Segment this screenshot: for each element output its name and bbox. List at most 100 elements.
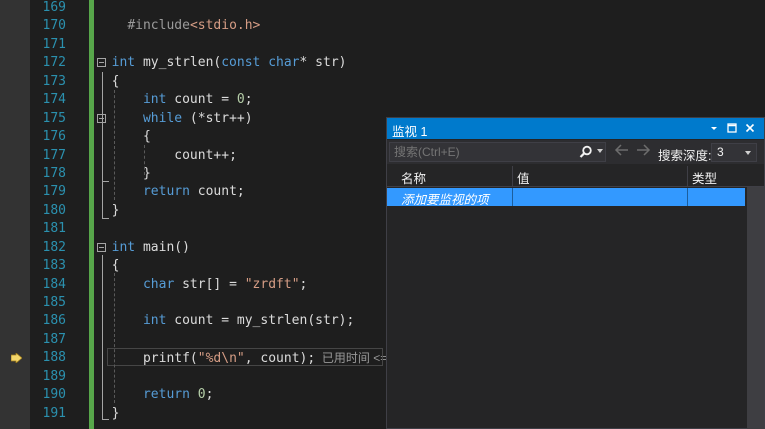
line-number: 185	[42, 295, 66, 310]
line-number: 179	[42, 184, 66, 200]
current-statement-arrow-icon	[11, 353, 22, 363]
watch-title: 监视 1	[392, 125, 428, 139]
fold-bracket	[102, 255, 109, 420]
indent-guide	[114, 273, 115, 403]
keyword: return	[142, 184, 190, 200]
line-number: 188	[42, 350, 66, 366]
keyword: int	[142, 92, 167, 108]
search-depth-label: 搜索深度:	[658, 149, 712, 163]
function-signature: my_strlen(	[135, 55, 222, 71]
code-text: ;	[244, 92, 253, 108]
search-icon[interactable]	[579, 145, 593, 164]
arrow-right-icon[interactable]	[635, 143, 651, 161]
column-value-header[interactable]: 值	[517, 168, 530, 187]
keyword: int	[142, 313, 167, 329]
number-literal: 0	[197, 387, 206, 403]
params: * str)	[299, 55, 347, 71]
preprocessor-directive: #include	[127, 18, 190, 34]
line-number: 187	[42, 331, 66, 347]
line-number: 176	[42, 129, 66, 145]
fold-collapse-icon[interactable]	[97, 242, 106, 252]
brace: {	[111, 73, 120, 89]
chevron-down-icon[interactable]	[597, 149, 603, 153]
keyword: int	[111, 55, 136, 71]
add-watch-item-prompt[interactable]: 添加要监视的项	[401, 189, 489, 208]
line-number: 191	[42, 405, 66, 421]
column-type-header[interactable]: 类型	[692, 168, 717, 187]
fold-collapse-icon[interactable]	[97, 58, 106, 68]
code-editor[interactable]: 169 170 171 172 173 174 175 176 177 178 179 180 181 1…	[0, 0, 765, 429]
line-number: 190	[42, 387, 66, 403]
search-depth-select[interactable]: 3	[711, 143, 757, 162]
vertical-scrollbar[interactable]	[747, 187, 764, 429]
watch-add-item-row[interactable]: 添加要监视的项	[387, 188, 745, 208]
maximize-icon[interactable]	[725, 121, 739, 135]
chevron-down-icon	[745, 151, 751, 155]
line-number: 184	[42, 276, 66, 292]
code-line-173[interactable]: {	[96, 73, 765, 91]
code-text: ;	[299, 276, 308, 292]
line-number: 178	[42, 165, 66, 181]
string-literal: "zrdft"	[244, 276, 300, 292]
arrow-left-icon[interactable]	[614, 143, 630, 161]
current-line-highlight	[107, 348, 383, 367]
line-number: 169	[42, 0, 66, 15]
code-text: ;	[205, 387, 214, 403]
watch-search-bar: 搜索深度: 3	[387, 140, 764, 164]
watch-window[interactable]: 监视 1 搜索深度: 3	[386, 117, 765, 429]
brace: {	[111, 258, 120, 274]
code-line-171[interactable]	[96, 36, 765, 54]
line-number-gutter: 169 170 171 172 173 174 175 176 177 178 179 180 181 1…	[30, 0, 90, 423]
cell-separator	[687, 188, 688, 206]
search-input[interactable]	[389, 142, 606, 162]
include-header: <stdio.h>	[189, 18, 261, 34]
brace: }	[111, 202, 120, 218]
brace: {	[142, 129, 151, 145]
fold-bracket	[102, 126, 109, 182]
keyword: while	[142, 110, 183, 126]
number-literal: 0	[236, 92, 245, 108]
line-number: 170	[42, 18, 66, 34]
code-text: str[] =	[174, 276, 245, 292]
code-line-172[interactable]: int my_strlen(const char* str)	[96, 54, 765, 72]
close-icon[interactable]	[743, 121, 757, 135]
column-separator[interactable]	[687, 166, 688, 186]
line-number: 175	[42, 110, 66, 126]
code-line-174[interactable]: int count = 0;	[96, 91, 765, 109]
watch-title-bar[interactable]: 监视 1	[387, 118, 764, 139]
code-text: main()	[135, 239, 190, 255]
keyword: char	[142, 276, 175, 292]
line-number: 173	[42, 73, 66, 89]
brace: }	[111, 405, 120, 421]
keyword: const	[221, 55, 261, 71]
code-text: count = my_strlen(str);	[166, 313, 355, 329]
line-number: 189	[42, 368, 66, 384]
indent-guide	[144, 145, 145, 175]
cell-separator	[512, 188, 513, 206]
indent-guide	[114, 90, 115, 200]
code-text: (*str++)	[182, 110, 253, 126]
search-depth-value: 3	[717, 145, 724, 159]
chevron-down-icon[interactable]	[707, 121, 721, 135]
indicator-margin[interactable]	[0, 0, 30, 429]
code-line-170[interactable]: #include<stdio.h>	[96, 17, 765, 35]
line-number: 171	[42, 36, 66, 52]
line-number: 181	[42, 221, 66, 237]
keyword: return	[142, 387, 190, 403]
code-text: count;	[189, 184, 245, 200]
line-number: 177	[42, 147, 66, 163]
line-number: 183	[42, 258, 66, 274]
line-number: 186	[42, 313, 66, 329]
code-line-169[interactable]	[96, 0, 765, 17]
column-name-header[interactable]: 名称	[401, 168, 426, 187]
change-tracking-bar	[89, 0, 94, 429]
code-text: count++;	[174, 147, 237, 163]
line-number: 182	[42, 239, 66, 255]
line-number: 180	[42, 202, 66, 218]
column-separator[interactable]	[512, 166, 513, 186]
watch-column-header: 名称 值 类型	[387, 166, 764, 187]
keyword: int	[111, 239, 136, 255]
line-number: 172	[42, 55, 66, 71]
keyword: char	[268, 55, 300, 71]
